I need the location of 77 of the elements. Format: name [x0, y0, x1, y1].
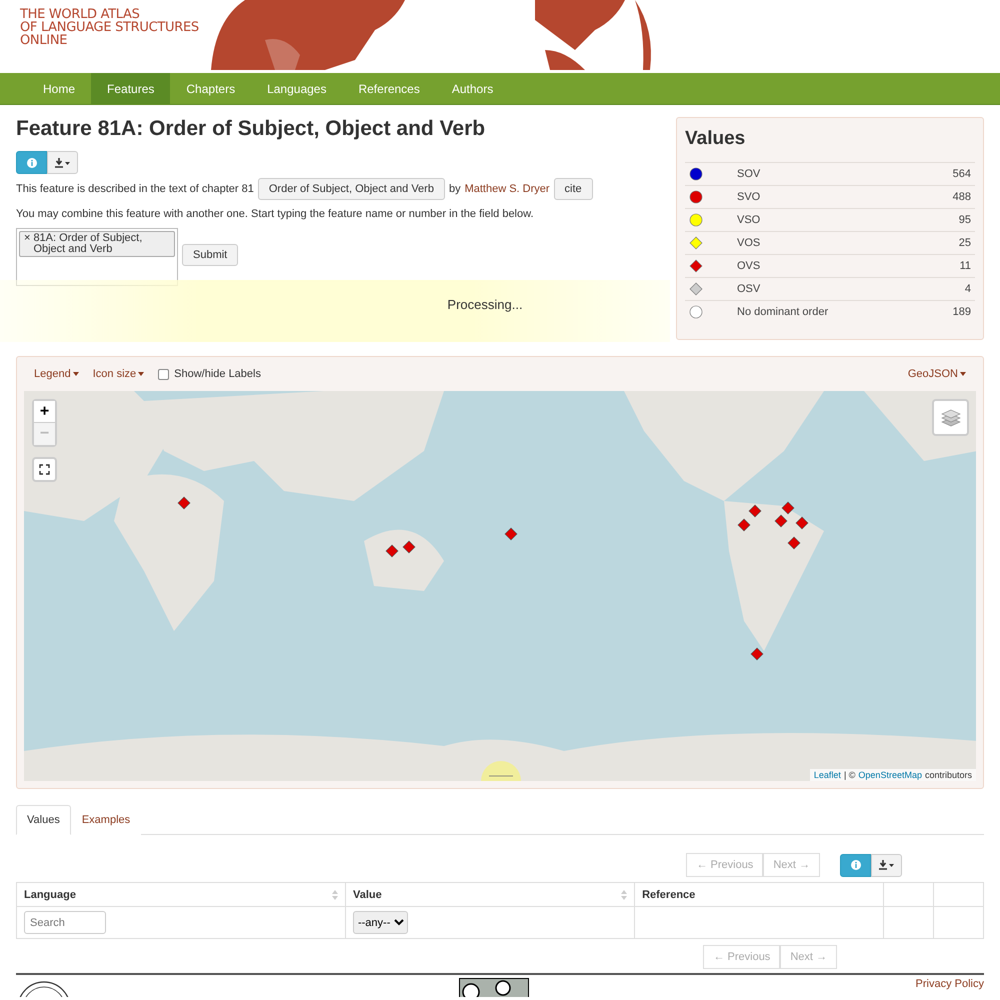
value-label: SOV [737, 168, 762, 180]
submit-button[interactable]: Submit [182, 244, 238, 266]
tab[interactable]: Values [16, 805, 71, 835]
value-count: 488 [952, 191, 971, 203]
map-marker[interactable] [750, 647, 764, 661]
column-header[interactable]: Language [16, 882, 346, 906]
value-label: VSO [737, 214, 762, 226]
value-count: 25 [958, 237, 971, 249]
value-count: 11 [960, 260, 971, 272]
value-label: VOS [737, 237, 762, 249]
circle-marker-icon [689, 167, 703, 181]
icon-size-dropdown[interactable]: Icon size [92, 368, 144, 380]
value-label: SVO [737, 191, 762, 203]
language-search-field[interactable]: Search [24, 911, 106, 934]
layers-button[interactable] [932, 399, 969, 436]
value-count: 4 [964, 283, 971, 295]
cite-button[interactable]: cite [554, 178, 593, 200]
map-marker[interactable] [177, 496, 191, 510]
leaflet-link[interactable]: Leaflet [814, 770, 841, 780]
map-marker[interactable] [504, 527, 518, 541]
labels-checkbox[interactable] [158, 368, 170, 380]
by-text: by [448, 183, 461, 195]
fullscreen-icon [39, 464, 50, 475]
download-button[interactable] [871, 854, 902, 876]
attribution-separator: | © [844, 770, 856, 780]
map-marker[interactable] [774, 514, 788, 528]
author-link[interactable]: Matthew S. Dryer [464, 183, 550, 195]
info-icon [850, 860, 860, 870]
layers-icon [940, 408, 960, 426]
description-text: This feature is described in the text of chapter 81 [16, 183, 254, 195]
map-marker[interactable] [748, 504, 762, 518]
value-label: OSV [737, 283, 762, 295]
circle-marker-icon [689, 305, 703, 319]
download-button[interactable] [47, 151, 78, 174]
checkbox-label: Show/hide Labels [174, 368, 261, 380]
tag-label: 81A: Order of Subject, Object and Verb [33, 233, 144, 255]
geojson-dropdown[interactable]: GeoJSON [908, 368, 966, 380]
value-label: No dominant order [737, 306, 830, 318]
selected-feature-tag[interactable]: × 81A: Order of Subject, Object and Verb [19, 231, 175, 257]
value-count: 564 [952, 168, 971, 180]
processing-text: Processing... [447, 296, 523, 312]
diamond-marker-icon [689, 282, 703, 296]
circle-marker-icon [689, 190, 703, 204]
chapter-button[interactable]: Order of Subject, Object and Verb [258, 178, 445, 200]
site-logo-text[interactable]: THE WORLD ATLAS OF LANGUAGE STRUCTURES ONLINE [20, 0, 205, 47]
download-icon [54, 158, 70, 168]
download-icon [878, 860, 894, 870]
legend-dropdown[interactable]: Legend [34, 368, 79, 380]
combine-text: You may combine this feature with another one. Start typing the feature name or number in the field below. [16, 208, 534, 220]
sort-icon [621, 890, 628, 900]
diamond-marker-icon [689, 259, 703, 273]
loading-indicator-icon [481, 761, 521, 781]
openstreetmap-link[interactable]: OpenStreetMap [858, 770, 922, 780]
zoom-in-button[interactable]: + [34, 401, 55, 423]
values-title: Values [685, 128, 746, 150]
circle-marker-icon [689, 213, 703, 227]
attribution-text: contributors [924, 770, 972, 780]
page-title: Feature 81A: Order of Subject, Object and Verb [16, 117, 486, 141]
map-marker[interactable] [787, 536, 801, 550]
value-filter-select[interactable]: --any-- [352, 911, 408, 934]
diamond-marker-icon [689, 236, 703, 250]
map-marker[interactable] [737, 518, 751, 532]
nav-link[interactable]: Features [91, 73, 170, 104]
column-header[interactable]: Value [345, 882, 635, 906]
value-count: 189 [952, 306, 971, 318]
fullscreen-button[interactable] [32, 457, 57, 482]
column-header: Reference [634, 882, 884, 906]
map-marker[interactable] [402, 540, 416, 554]
value-count: 95 [958, 214, 971, 226]
info-icon [26, 158, 36, 168]
value-label: OVS [737, 260, 762, 272]
privacy-policy-link[interactable]: Privacy Policy [916, 978, 984, 990]
license-badge-icon [458, 978, 529, 997]
map-marker[interactable] [795, 516, 809, 530]
sort-icon [332, 890, 338, 900]
remove-tag-icon[interactable]: × [24, 233, 30, 255]
map-marker[interactable] [385, 544, 399, 558]
